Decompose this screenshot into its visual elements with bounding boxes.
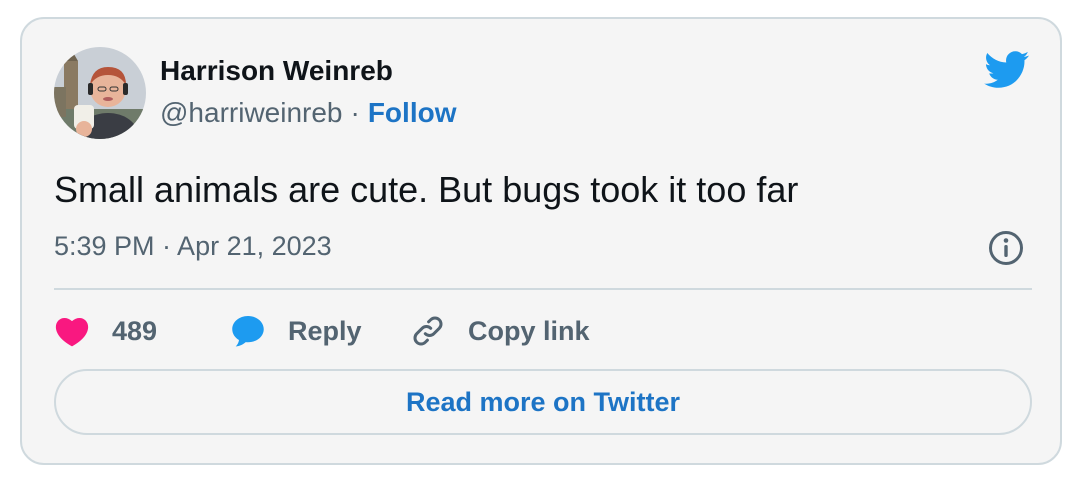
author-name[interactable]: Harrison Weinreb [160,55,393,87]
tweet-actions: 489 Reply Copy link [54,309,1032,353]
divider [54,288,1032,290]
author-meta: @harriweinreb · Follow [160,97,456,129]
reply-button[interactable]: Reply [230,309,362,353]
copy-link-button[interactable]: Copy link [410,309,590,353]
author-handle[interactable]: @harriweinreb [160,97,343,128]
follow-link[interactable]: Follow [368,97,457,128]
like-count: 489 [112,315,158,346]
tweet-timestamp[interactable]: 5:39 PM · Apr 21, 2023 [54,231,332,262]
tweet-text: Small animals are cute. But bugs took it… [54,169,799,210]
tweet-embed-card: Harrison Weinreb @harriweinreb · Follow Sm… [20,17,1062,465]
twitter-bird-icon[interactable] [984,51,1030,89]
info-icon[interactable] [988,230,1024,266]
reply-label: Reply [288,315,362,346]
avatar[interactable] [54,47,146,139]
separator-dot: · [350,97,360,128]
link-icon [413,316,443,346]
speech-bubble-icon [232,316,264,347]
like-button[interactable]: 489 [54,309,157,353]
read-more-button[interactable]: Read more on Twitter [54,369,1032,435]
copy-link-label: Copy link [468,315,590,346]
heart-icon [55,317,89,347]
